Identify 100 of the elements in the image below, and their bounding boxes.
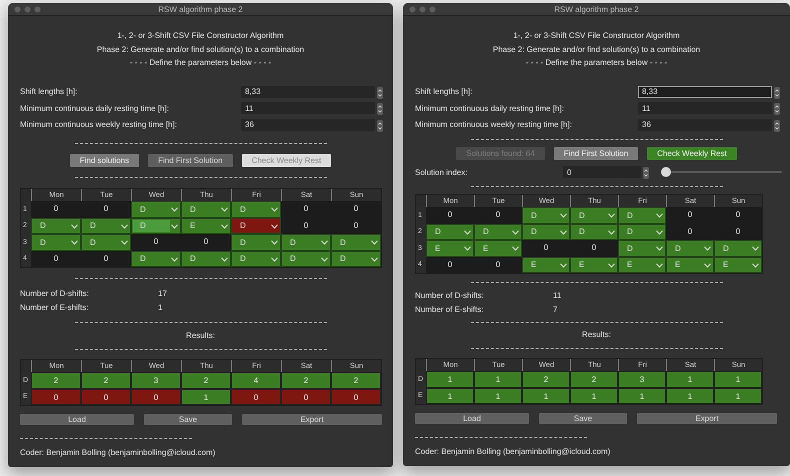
spin-arrows-icon[interactable] xyxy=(377,120,383,132)
table-cell: 0 xyxy=(474,256,522,273)
file-button[interactable]: Save xyxy=(539,413,627,424)
shift-dropdown[interactable]: D xyxy=(570,207,618,224)
caret-icon xyxy=(656,262,663,268)
shift-dropdown[interactable]: D xyxy=(281,250,331,267)
result-cell: 1 xyxy=(666,388,714,404)
result-cell: 0 xyxy=(231,388,281,405)
shift-dropdown[interactable]: D xyxy=(570,224,618,240)
shift-dropdown[interactable]: D xyxy=(231,234,281,250)
shift-dropdown[interactable]: D xyxy=(331,234,381,250)
spin-arrows-icon[interactable] xyxy=(774,120,780,132)
result-cell: 2 xyxy=(81,372,131,388)
file-button[interactable]: Export xyxy=(242,414,382,425)
shift-dropdown[interactable]: D xyxy=(426,224,474,240)
action-button[interactable]: Find First Solution xyxy=(148,154,233,167)
shift-dropdown[interactable]: D xyxy=(522,207,570,224)
shift-dropdown[interactable]: E xyxy=(522,256,570,273)
table-cell: 0 xyxy=(666,224,714,240)
shift-dropdown[interactable]: E xyxy=(474,240,522,256)
caret-icon xyxy=(608,213,615,218)
shift-dropdown[interactable]: D xyxy=(31,234,81,250)
count-label: Number of D-shifts: xyxy=(415,290,485,300)
shift-dropdown[interactable]: D xyxy=(231,250,281,267)
caret-icon xyxy=(271,224,278,228)
shift-dropdown[interactable]: D xyxy=(618,207,666,224)
table-cell: 0 xyxy=(714,207,762,224)
shift-dropdown[interactable]: E xyxy=(426,240,474,256)
coder-credit: Coder: Benjamin Bolling (benjaminbolling@icloud.com) xyxy=(19,447,216,459)
file-button[interactable]: Load xyxy=(415,413,529,424)
table-cell: 0 xyxy=(570,240,618,256)
caret-icon xyxy=(271,240,278,245)
action-button[interactable]: Check Weekly Rest xyxy=(647,147,737,160)
slider-thumb[interactable] xyxy=(661,167,671,177)
spin-arrows-icon[interactable] xyxy=(377,103,383,116)
shift-dropdown[interactable]: D xyxy=(618,240,666,256)
caret-icon xyxy=(171,224,178,228)
shift-dropdown[interactable]: D xyxy=(181,250,231,267)
caret-icon xyxy=(752,246,759,251)
shift-dropdown[interactable]: E xyxy=(570,256,618,273)
spin-arrows-icon[interactable] xyxy=(377,86,383,99)
file-button[interactable]: Save xyxy=(144,414,232,425)
shift-dropdown[interactable]: D xyxy=(666,240,714,256)
action-button[interactable]: Find solutions xyxy=(70,154,140,167)
result-cell: 2 xyxy=(331,372,381,388)
table-cell: 0 xyxy=(281,201,331,218)
caret-icon xyxy=(464,246,471,251)
caret-icon xyxy=(71,240,78,245)
shift-dropdown[interactable]: D xyxy=(131,218,181,234)
result-cell: 0 xyxy=(131,388,181,405)
caret-icon xyxy=(656,246,663,251)
caret-icon xyxy=(121,240,128,245)
shift-dropdown[interactable]: D xyxy=(81,234,131,250)
file-button[interactable]: Load xyxy=(20,414,134,425)
heading-text: Phase 2: Generate and/or find solution(s) to a combination xyxy=(492,44,702,56)
shift-dropdown[interactable]: D xyxy=(331,250,381,267)
results-label: Results: xyxy=(185,330,216,342)
shift-dropdown[interactable]: D xyxy=(474,224,522,240)
count-value: 1 xyxy=(158,302,164,312)
spin-arrows-icon[interactable] xyxy=(643,167,649,179)
results-label: Results: xyxy=(581,329,612,341)
shift-dropdown[interactable]: D xyxy=(522,224,570,240)
caret-icon xyxy=(704,246,711,251)
count-label: Number of E-shifts: xyxy=(415,304,484,314)
shift-dropdown[interactable]: D xyxy=(131,201,181,218)
result-cell: 0 xyxy=(81,388,131,405)
shift-dropdown[interactable]: E xyxy=(666,256,714,273)
caret-icon xyxy=(271,207,278,212)
table-cell: 0 xyxy=(331,218,381,234)
caret-icon xyxy=(704,262,711,268)
shift-dropdown[interactable]: D xyxy=(181,201,231,218)
shift-dropdown[interactable]: D xyxy=(131,250,181,267)
caret-icon xyxy=(512,230,519,234)
count-value: 7 xyxy=(553,304,558,314)
result-cell: 1 xyxy=(714,371,762,388)
shift-dropdown[interactable]: E xyxy=(714,256,762,273)
file-button[interactable]: Export xyxy=(637,413,777,424)
shift-dropdown[interactable]: E xyxy=(181,218,231,234)
shift-dropdown[interactable]: D xyxy=(714,240,762,256)
caret-icon xyxy=(271,256,278,262)
shift-dropdown[interactable]: D xyxy=(231,201,281,218)
count-label: Number of E-shifts: xyxy=(20,302,90,312)
result-cell: 2 xyxy=(522,371,570,388)
table-cell: 0 xyxy=(426,207,474,224)
spin-arrows-icon[interactable] xyxy=(774,86,780,99)
shift-dropdown[interactable]: D xyxy=(31,218,81,234)
action-button[interactable]: Check Weekly Rest xyxy=(242,154,332,167)
table-cell: 0 xyxy=(666,207,714,224)
caret-icon xyxy=(560,230,567,234)
spin-arrows-icon[interactable] xyxy=(774,103,780,116)
caret-icon xyxy=(560,262,567,268)
shift-dropdown[interactable]: E xyxy=(618,256,666,273)
result-cell: 4 xyxy=(231,372,281,388)
shift-dropdown[interactable]: D xyxy=(281,234,331,250)
result-cell: 1 xyxy=(474,371,522,388)
action-button[interactable]: Find First Solution xyxy=(554,147,638,160)
shift-dropdown[interactable]: D xyxy=(618,224,666,240)
shift-dropdown[interactable]: D xyxy=(81,218,131,234)
window-title: RSW algorithm phase 2 xyxy=(157,4,244,14)
shift-dropdown[interactable]: D xyxy=(231,218,281,234)
